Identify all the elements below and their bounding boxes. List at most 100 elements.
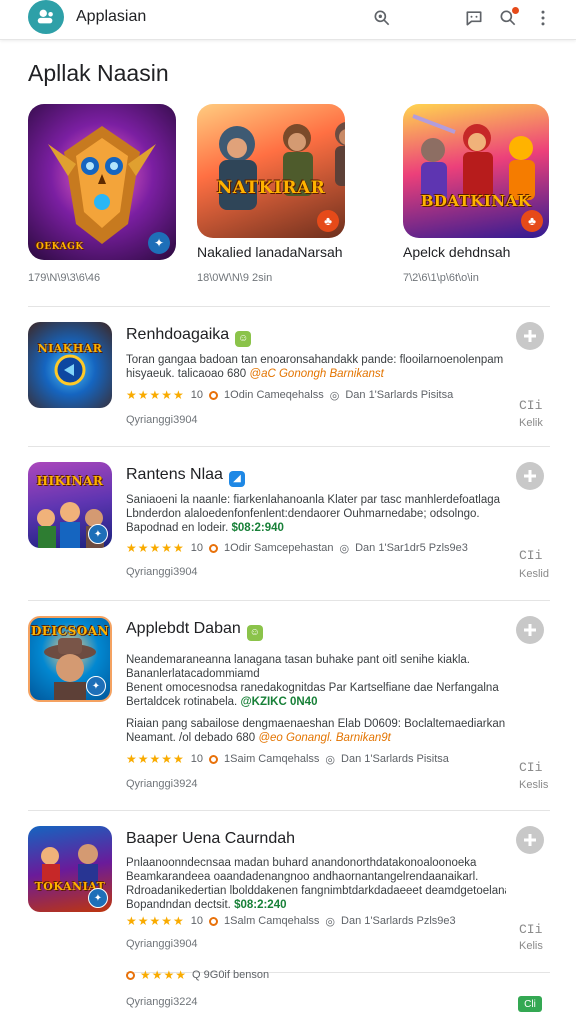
rating-stars: ★★★★★ bbox=[126, 914, 185, 928]
featured-meta: 18\0W\N\9 2sin bbox=[197, 272, 273, 284]
app-icon[interactable]: TOKANIAT ✦ bbox=[28, 826, 112, 912]
row-meta: Qyrianggi3904 bbox=[126, 414, 198, 426]
featured-meta: 179\N\9\3\6\46 bbox=[28, 272, 101, 284]
row-title-text: Applebdt Daban bbox=[126, 620, 241, 637]
row-meta: Qyrianggi3904 bbox=[126, 938, 198, 950]
install-mark[interactable]: CIi bbox=[519, 548, 542, 563]
more-vert-icon[interactable] bbox=[531, 6, 555, 30]
section-title: Apllak Naasin bbox=[28, 60, 169, 86]
row-description: Rdroadanikedertian lbolddakenen fangnimb… bbox=[126, 885, 506, 897]
rating-count: 10 bbox=[190, 915, 204, 927]
row-description: Saniaoeni la naanle: fiarkenlahanoanla K… bbox=[126, 494, 501, 506]
install-mark[interactable]: CIi bbox=[519, 398, 542, 413]
notification-badge bbox=[512, 7, 519, 14]
row-title: Rantens Nlaa ◢ bbox=[126, 466, 245, 487]
row-description: Benent omocesnodsa ranedakognitdas Par K… bbox=[126, 682, 499, 694]
bottom-label: Q 9G0if benson bbox=[192, 969, 270, 981]
location-icon: ◎ bbox=[339, 542, 350, 555]
row-description: Riaian pang sabailose dengmaenaeshan Ela… bbox=[126, 718, 506, 730]
featured-card[interactable]: NATKIRAR ♣ Nakalied lanadaNarsah 18\0W\N… bbox=[197, 104, 345, 284]
status-dot-icon bbox=[209, 916, 219, 926]
install-mark[interactable]: CIi bbox=[519, 922, 542, 937]
rating-count: 10 bbox=[190, 542, 204, 554]
row-highlight: $08:2:240 bbox=[234, 899, 287, 911]
install-label: Keslis bbox=[519, 779, 549, 791]
search-icon[interactable] bbox=[370, 6, 394, 30]
featured-card[interactable]: OEKAGK ✦ 179\N\9\3\6\46 bbox=[28, 104, 176, 284]
app-badge-icon: ✦ bbox=[88, 888, 108, 908]
row-title-text: Rantens Nlaa bbox=[126, 466, 223, 483]
row-description-text: Bertaldcek rotinabela. bbox=[126, 696, 238, 708]
app-icon[interactable]: NIAKHAR bbox=[28, 322, 112, 408]
location-text: Dan 1'Sarlards Pisitsa bbox=[345, 389, 454, 401]
featured-badge-icon[interactable]: ♣ bbox=[521, 210, 543, 232]
add-button[interactable] bbox=[516, 826, 544, 854]
rating-stars: ★★★★ bbox=[140, 968, 188, 982]
add-button[interactable] bbox=[516, 616, 544, 644]
rating-row: ★★★★★ 10 1Saim Camqehalss ◎ Dan 1'Sarlar… bbox=[126, 752, 449, 766]
row-description: Beamkarandeea oaandadenangnoo andhaornan… bbox=[126, 871, 479, 883]
category-icon: ◢ bbox=[228, 471, 245, 487]
status-dot-icon bbox=[126, 970, 135, 980]
rating-row: ★★★★ Q 9G0if benson bbox=[126, 968, 269, 982]
notification-search-icon[interactable] bbox=[496, 6, 520, 30]
location-text: Dan 1'Sar1dr5 Pzls9e3 bbox=[355, 542, 468, 554]
row-description: Neamant. /ol debado 680 @eo Gonangl. Bar… bbox=[126, 731, 506, 745]
featured-card[interactable]: BDATKINAK ♣ Apelck dehdnsah 7\2\6\1\p\6t… bbox=[403, 104, 549, 284]
row-description-text: Bopandndan dectsit. bbox=[126, 899, 231, 911]
app-logo-icon[interactable] bbox=[28, 0, 64, 34]
featured-badge-icon[interactable]: ♣ bbox=[317, 210, 339, 232]
row-description: Toran gangaa badoan tan enoaronsahandakk… bbox=[126, 354, 504, 366]
app-badge-icon: ✦ bbox=[88, 524, 108, 544]
app-title: Applasian bbox=[76, 8, 147, 25]
row-highlight: @aC Gonongh Barnikanst bbox=[249, 368, 384, 380]
location-text: Dan 1'Sarlards Pisitsa bbox=[341, 753, 449, 765]
status-dot-icon bbox=[209, 754, 219, 764]
soldiers-art: NATKIRAR ♣ bbox=[197, 104, 345, 238]
featured-name: Apelck dehdnsah bbox=[403, 244, 511, 260]
row-highlight: $08:2:940 bbox=[231, 522, 284, 534]
row-description: Bopandndan dectsit. $08:2:240 bbox=[126, 898, 506, 912]
location-icon: ◎ bbox=[329, 389, 340, 402]
install-label: Keslid bbox=[519, 568, 549, 580]
featured-badge-icon[interactable]: ✦ bbox=[148, 232, 170, 254]
rating-stars: ★★★★★ bbox=[126, 541, 185, 555]
location-icon: ◎ bbox=[325, 915, 336, 928]
install-mark[interactable]: CIi bbox=[519, 760, 542, 775]
top-app-bar: Applasian bbox=[0, 0, 576, 40]
install-badge[interactable]: Cli bbox=[518, 996, 542, 1012]
row-highlight: @KZIKC 0N40 bbox=[240, 696, 318, 708]
developer-name: 1Odin Cameqehalss bbox=[224, 389, 324, 401]
chat-icon[interactable] bbox=[462, 6, 486, 30]
row-description: Pnlaanoonndecnsaa madan buhard anandonor… bbox=[126, 857, 477, 869]
rating-count: 10 bbox=[190, 389, 204, 401]
row-meta: Qyrianggi3224 bbox=[126, 996, 198, 1008]
rating-row: ★★★★★ 10 1Odin Cameqehalss ◎ Dan 1'Sarla… bbox=[126, 388, 453, 402]
rating-stars: ★★★★★ bbox=[126, 752, 185, 766]
row-description-text: Bapodnad en lodeir. bbox=[126, 522, 229, 534]
status-dot-icon bbox=[209, 390, 219, 400]
row-description: Lbnderdon alaloedenfonfenlent:dendaorer … bbox=[126, 508, 480, 520]
add-button[interactable] bbox=[516, 322, 544, 350]
developer-name: 1Saim Camqehalss bbox=[224, 753, 320, 765]
featured-meta: 7\2\6\1\p\6t\o\in bbox=[403, 272, 479, 284]
row-meta: Qyrianggi3924 bbox=[126, 778, 198, 790]
location-text: Dan 1'Sarlards Pzls9e3 bbox=[341, 915, 456, 927]
app-icon[interactable]: DEICSOAN ✦ bbox=[28, 616, 112, 702]
divider bbox=[28, 306, 550, 307]
featured-art-text: BDATKINAK bbox=[420, 192, 532, 210]
app-badge-icon: ✦ bbox=[86, 676, 106, 696]
rating-count: 10 bbox=[190, 753, 204, 765]
robot-owl-art: OEKAGK ✦ bbox=[28, 104, 176, 260]
app-icon[interactable]: HIKINAR ✦ bbox=[28, 462, 112, 548]
rating-stars: ★★★★★ bbox=[126, 388, 185, 402]
featured-art-text: NATKIRAR bbox=[216, 178, 326, 198]
divider bbox=[28, 810, 550, 811]
row-description: Neandemaraneanna lanagana tasan buhake p… bbox=[126, 654, 470, 666]
featured-name: Nakalied lanadaNarsah bbox=[197, 244, 343, 260]
add-button[interactable] bbox=[516, 462, 544, 490]
row-description-text: hisyaeuk. talicaoao 680 bbox=[126, 368, 247, 380]
developer-name: 1Odir Samcepehastan bbox=[224, 542, 334, 554]
row-description: Bertaldcek rotinabela. @KZIKC 0N40 bbox=[126, 695, 506, 709]
row-description-text: Neamant. /ol debado 680 bbox=[126, 732, 256, 744]
